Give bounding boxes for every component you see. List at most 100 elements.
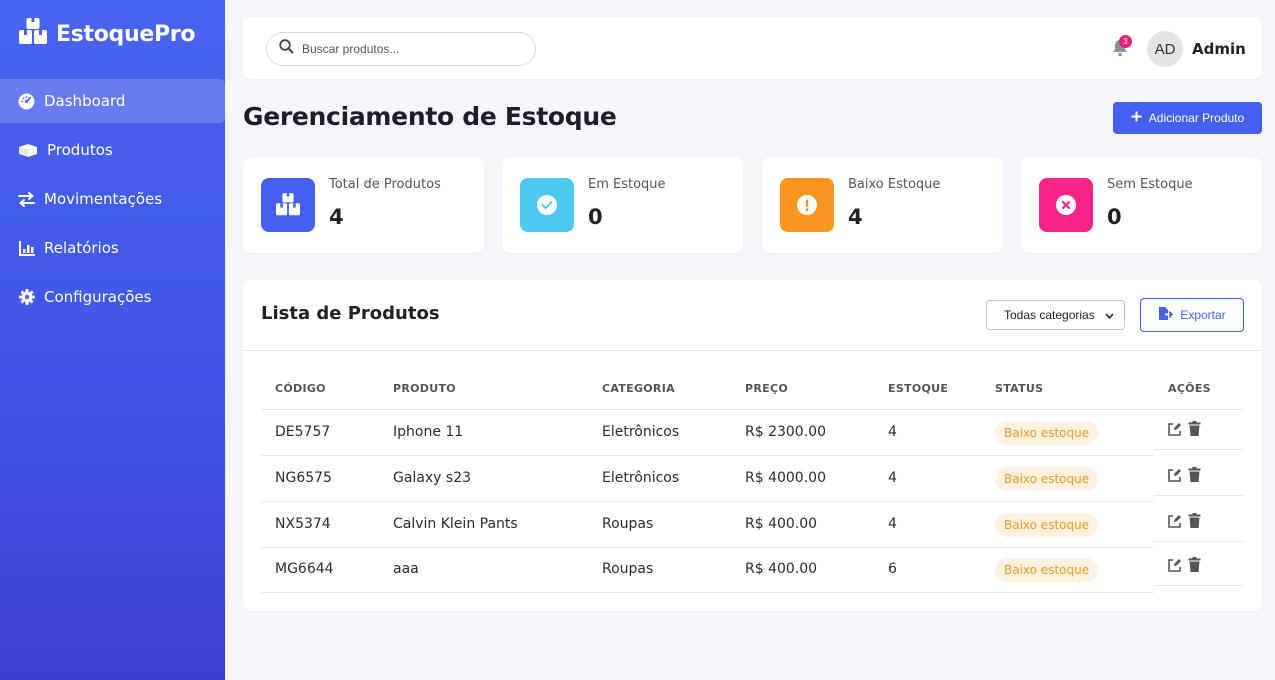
cell-product: Iphone 11 bbox=[393, 424, 464, 440]
avatar[interactable]: AD bbox=[1147, 31, 1183, 67]
stat-label: Sem Estoque bbox=[1107, 177, 1193, 192]
chart-icon bbox=[18, 240, 35, 257]
page-title: Gerenciamento de Estoque bbox=[243, 102, 617, 131]
category-select[interactable]: Todas categorias bbox=[986, 300, 1125, 330]
cell-product: Galaxy s23 bbox=[393, 470, 472, 486]
stat-value: 0 bbox=[1107, 205, 1122, 229]
sidebar-item-relatorios[interactable]: Relatórios bbox=[0, 226, 225, 270]
sidebar-item-label: Produtos bbox=[47, 141, 113, 159]
stat-value: 0 bbox=[588, 205, 603, 229]
boxes-icon bbox=[261, 178, 315, 232]
exclamation-circle-icon bbox=[780, 178, 834, 232]
sidebar: EstoquePro Dashboard Produtos Movimentaç… bbox=[0, 0, 225, 680]
cell-code: MG6644 bbox=[275, 561, 334, 577]
notification-badge: 3 bbox=[1119, 35, 1132, 48]
row-actions bbox=[1154, 450, 1244, 496]
sidebar-item-produtos[interactable]: Produtos bbox=[0, 128, 225, 172]
stat-value: 4 bbox=[848, 205, 863, 229]
column-header-actions: AÇÕES bbox=[1168, 382, 1211, 395]
stat-label: Baixo Estoque bbox=[848, 177, 941, 192]
file-export-icon bbox=[1158, 306, 1174, 324]
cell-stock: 4 bbox=[888, 470, 897, 486]
export-button[interactable]: Exportar bbox=[1140, 298, 1244, 332]
export-label: Exportar bbox=[1180, 308, 1226, 322]
status-badge: Baixo estoque bbox=[995, 467, 1099, 491]
search-input[interactable] bbox=[302, 42, 522, 56]
table-row[interactable]: MG6644 aaa Roupas R$ 400.00 6 Baixo esto… bbox=[261, 547, 1154, 593]
brand[interactable]: EstoquePro bbox=[18, 18, 195, 51]
search-box[interactable] bbox=[266, 32, 536, 66]
boxes-icon bbox=[18, 18, 48, 51]
product-list-title: Lista de Produtos bbox=[261, 303, 440, 324]
edit-icon[interactable] bbox=[1167, 422, 1183, 438]
sidebar-item-configuracoes[interactable]: Configurações bbox=[0, 275, 225, 319]
stat-label: Em Estoque bbox=[588, 177, 666, 192]
cell-code: NG6575 bbox=[275, 470, 332, 486]
user-name[interactable]: Admin bbox=[1192, 40, 1246, 58]
trash-icon[interactable] bbox=[1188, 557, 1204, 573]
status-badge: Baixo estoque bbox=[995, 421, 1099, 445]
sidebar-item-label: Relatórios bbox=[44, 239, 119, 257]
cell-stock: 4 bbox=[888, 516, 897, 532]
row-actions bbox=[1154, 540, 1244, 586]
cell-category: Roupas bbox=[602, 516, 654, 532]
edit-icon[interactable] bbox=[1167, 514, 1183, 530]
category-select-value: Todas categorias bbox=[1004, 308, 1095, 322]
column-header-price: PREÇO bbox=[745, 382, 788, 395]
stat-card-out-of-stock: Sem Estoque 0 bbox=[1021, 157, 1262, 253]
table-row[interactable]: NX5374 Calvin Klein Pants Roupas R$ 400.… bbox=[261, 502, 1154, 548]
add-product-label: Adicionar Produto bbox=[1148, 111, 1245, 125]
column-header-status: STATUS bbox=[995, 382, 1044, 395]
stat-card-in-stock: Em Estoque 0 bbox=[502, 157, 743, 253]
stat-card-total: Total de Produtos 4 bbox=[243, 157, 484, 253]
stat-value: 4 bbox=[329, 205, 344, 229]
chevron-down-icon bbox=[1105, 308, 1114, 322]
row-actions bbox=[1154, 404, 1244, 450]
cell-category: Eletrônicos bbox=[602, 424, 680, 440]
cell-code: DE5757 bbox=[275, 424, 331, 440]
table-row[interactable]: DE5757 Iphone 11 Eletrônicos R$ 2300.00 … bbox=[261, 410, 1154, 456]
dashboard-icon bbox=[18, 93, 35, 110]
edit-icon[interactable] bbox=[1167, 558, 1183, 574]
check-circle-icon bbox=[520, 178, 574, 232]
cell-price: R$ 2300.00 bbox=[745, 424, 826, 440]
sidebar-nav: Dashboard Produtos Movimentações Relatór… bbox=[0, 79, 225, 324]
column-header-code: CÓDIGO bbox=[275, 382, 326, 395]
cell-stock: 6 bbox=[888, 561, 897, 577]
cell-stock: 4 bbox=[888, 424, 897, 440]
divider bbox=[243, 350, 1262, 351]
cell-product: aaa bbox=[393, 561, 419, 577]
stat-label: Total de Produtos bbox=[329, 177, 441, 192]
add-product-button[interactable]: Adicionar Produto bbox=[1113, 102, 1262, 134]
table-row[interactable]: NG6575 Galaxy s23 Eletrônicos R$ 4000.00… bbox=[261, 456, 1154, 502]
trash-icon[interactable] bbox=[1188, 513, 1204, 529]
column-header-stock: ESTOQUE bbox=[888, 382, 949, 395]
cell-category: Eletrônicos bbox=[602, 470, 680, 486]
cell-price: R$ 4000.00 bbox=[745, 470, 826, 486]
sidebar-item-label: Configurações bbox=[44, 288, 152, 306]
cell-code: NX5374 bbox=[275, 516, 331, 532]
product-list-panel: Lista de Produtos Todas categorias Expor… bbox=[243, 280, 1262, 611]
cell-product: Calvin Klein Pants bbox=[393, 516, 518, 532]
sidebar-item-dashboard[interactable]: Dashboard bbox=[0, 79, 225, 123]
sidebar-item-movimentacoes[interactable]: Movimentações bbox=[0, 177, 225, 221]
status-badge: Baixo estoque bbox=[995, 558, 1099, 582]
search-icon bbox=[279, 39, 294, 59]
plus-icon bbox=[1131, 111, 1142, 125]
trash-icon[interactable] bbox=[1188, 467, 1204, 483]
edit-icon[interactable] bbox=[1167, 468, 1183, 484]
boxes-icon bbox=[18, 142, 38, 159]
cell-price: R$ 400.00 bbox=[745, 516, 818, 532]
sidebar-item-label: Dashboard bbox=[44, 92, 126, 110]
exchange-icon bbox=[18, 191, 35, 208]
topbar: 3 AD Admin bbox=[243, 17, 1262, 79]
column-header-category: CATEGORIA bbox=[602, 382, 675, 395]
gear-icon bbox=[18, 289, 35, 306]
row-actions bbox=[1154, 496, 1244, 542]
sidebar-item-label: Movimentações bbox=[44, 190, 163, 208]
times-circle-icon bbox=[1039, 178, 1093, 232]
stat-card-low-stock: Baixo Estoque 4 bbox=[762, 157, 1003, 253]
brand-name: EstoquePro bbox=[56, 22, 196, 47]
trash-icon[interactable] bbox=[1188, 421, 1204, 437]
column-header-product: PRODUTO bbox=[393, 382, 456, 395]
